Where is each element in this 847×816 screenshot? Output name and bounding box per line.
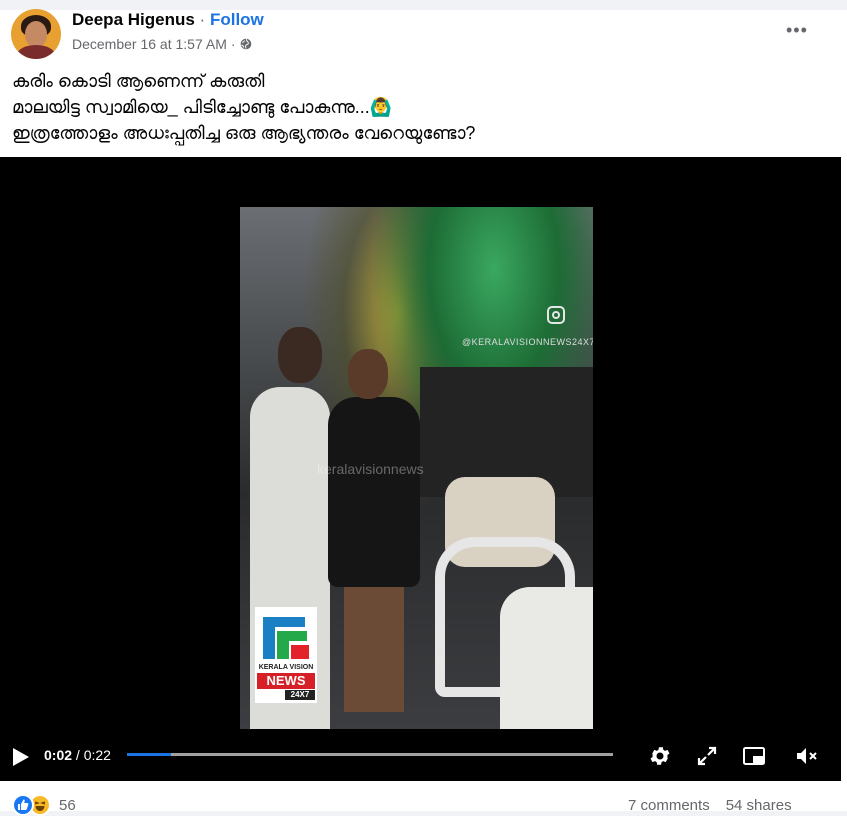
play-icon[interactable] bbox=[12, 747, 30, 767]
shares-link[interactable]: 54 shares bbox=[726, 797, 792, 814]
video-frame[interactable]: @KERALAVISIONNEWS24X7 keralavisionnews K… bbox=[240, 207, 593, 729]
settings-icon[interactable] bbox=[648, 744, 672, 768]
progress-bar[interactable] bbox=[127, 753, 613, 756]
comments-link[interactable]: 7 comments bbox=[628, 797, 710, 814]
current-time: 0:02 bbox=[44, 747, 73, 763]
kerala-vision-news-logo: KERALA VISION NEWS 24X7 bbox=[255, 607, 317, 703]
fullscreen-icon[interactable] bbox=[695, 744, 719, 768]
follow-button[interactable]: Follow bbox=[210, 10, 264, 29]
miniplayer-icon[interactable] bbox=[742, 744, 766, 768]
post-caption: കരിം കൊടി ആണെന്ന് കരുതി മാലയിട്ട സ്വാമിയ… bbox=[12, 68, 475, 146]
time-display: 0:02 / 0:22 bbox=[44, 747, 111, 763]
header-separator: · bbox=[199, 10, 206, 29]
duration: 0:22 bbox=[83, 747, 111, 763]
video-controls: 0:02 / 0:22 bbox=[0, 737, 841, 777]
logo-word: NEWS bbox=[257, 673, 315, 689]
time-separator: / bbox=[72, 747, 84, 763]
feed-divider bbox=[0, 0, 847, 10]
caption-line: കരിം കൊടി ആണെന്ന് കരുതി bbox=[12, 71, 265, 91]
scene-head bbox=[348, 349, 388, 399]
author-avatar[interactable] bbox=[11, 9, 61, 59]
logo-badge: 24X7 bbox=[285, 690, 315, 700]
scene-seated-figure bbox=[500, 587, 593, 729]
scene-legs bbox=[344, 587, 404, 712]
more-options-button[interactable]: ••• bbox=[786, 20, 808, 41]
like-icon bbox=[12, 794, 34, 816]
channel-watermark: @KERALAVISIONNEWS24X7 bbox=[462, 337, 593, 347]
video-player[interactable]: @KERALAVISIONNEWS24X7 keralavisionnews K… bbox=[0, 157, 841, 781]
reactions-summary[interactable]: 56 bbox=[12, 794, 76, 816]
post-header: Deepa Higenus · Follow bbox=[72, 10, 264, 30]
caption-line: മാലയിട്ട സ്വാമിയെ_ പിടിച്ചോണ്ടു പോകുന്നു… bbox=[12, 97, 393, 117]
meta-separator: · bbox=[230, 36, 236, 52]
progress-fill bbox=[127, 753, 172, 756]
globe-icon[interactable] bbox=[240, 38, 252, 50]
center-watermark: keralavisionnews bbox=[317, 461, 424, 477]
caption-line: ഇത്രത്തോളം അധഃപ്പതിച്ച ഒരു ആഭ്യന്തരം വേറ… bbox=[12, 123, 476, 143]
logo-mark-icon bbox=[263, 617, 309, 659]
instagram-icon bbox=[547, 306, 565, 324]
author-name[interactable]: Deepa Higenus bbox=[72, 10, 195, 29]
scene-figure-black-shirt bbox=[328, 397, 420, 587]
post-meta: December 16 at 1:57 AM · bbox=[72, 36, 252, 52]
post-timestamp[interactable]: December 16 at 1:57 AM bbox=[72, 36, 227, 52]
logo-brand: KERALA VISION bbox=[258, 664, 314, 671]
post-card: Deepa Higenus · Follow December 16 at 1:… bbox=[0, 0, 847, 816]
engagement-stats: 7 comments 54 shares bbox=[628, 797, 792, 814]
muted-icon[interactable] bbox=[794, 744, 818, 768]
scene-head bbox=[278, 327, 322, 383]
